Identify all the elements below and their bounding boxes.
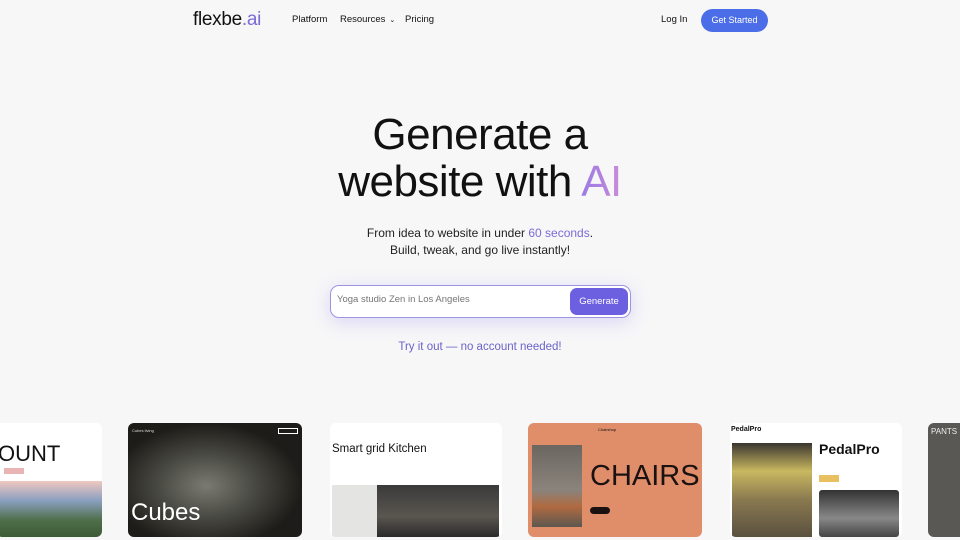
hero-subtitle-2: Build, tweak, and go live instantly!	[389, 243, 571, 257]
logo-text: flexbe	[193, 9, 242, 30]
sub-text: From idea to website in under	[366, 226, 529, 240]
login-link[interactable]: Log In	[661, 14, 687, 25]
card-title: PANTS	[931, 427, 958, 436]
try-it-link[interactable]: Try it out — no account needed!	[0, 341, 960, 353]
nav-platform[interactable]: Platform	[292, 14, 327, 25]
hero-subtitle-1: From idea to website in under 60 seconds…	[0, 226, 960, 240]
card-button	[819, 475, 839, 482]
kitchen-image	[377, 485, 499, 537]
chair-image	[532, 445, 582, 527]
logo[interactable]: flexbe.ai	[193, 9, 261, 31]
hero-title-text: website with	[338, 157, 582, 206]
template-card[interactable]: Chairshop CHAIRS	[528, 423, 702, 537]
get-started-button[interactable]: Get Started	[701, 9, 768, 32]
prompt-box: Generate	[330, 285, 631, 318]
template-card[interactable]: PANTS	[928, 423, 960, 537]
card-brand: PedalPro	[731, 426, 762, 433]
card-button	[278, 428, 298, 434]
chevron-down-icon: ⌄	[389, 17, 396, 24]
template-card[interactable]: Smart grid Kitchen	[330, 423, 502, 537]
nav-pricing[interactable]: Pricing	[405, 14, 434, 25]
nav-resources[interactable]: Resources ⌄	[340, 14, 395, 25]
prompt-input[interactable]	[337, 294, 567, 305]
card-button	[590, 507, 610, 514]
card-title: CHAIRS	[590, 460, 700, 492]
template-card[interactable]: PedalPro PedalPro	[730, 423, 902, 537]
logo-suffix: .ai	[241, 9, 262, 30]
bicycle-image	[732, 443, 812, 537]
generate-button[interactable]: Generate	[570, 288, 628, 315]
template-card[interactable]: OUNT	[0, 423, 102, 537]
wall-image	[332, 485, 377, 537]
mountain-image	[0, 481, 102, 537]
bike-image	[819, 490, 899, 537]
card-title: OUNT	[0, 441, 61, 466]
nav-resources-label: Resources	[340, 14, 386, 25]
card-brand: Chairshop	[598, 427, 617, 432]
card-title: PedalPro	[819, 441, 880, 457]
card-title: Smart grid Kitchen	[332, 443, 427, 455]
hero-title-accent: AI	[581, 157, 622, 206]
card-brand: Cubes living	[132, 428, 154, 433]
hero-title-line2: website with AI	[0, 158, 960, 206]
card-button	[4, 468, 24, 474]
hero-title-line1: Generate a	[372, 110, 588, 159]
sub-highlight: 60 seconds	[528, 226, 590, 240]
sub-period: .	[589, 226, 594, 240]
template-card[interactable]: Cubes living Cubes	[128, 423, 302, 537]
top-nav: flexbe.ai Platform Resources ⌄ Pricing Lo…	[0, 0, 960, 40]
card-title: Cubes	[131, 499, 201, 526]
